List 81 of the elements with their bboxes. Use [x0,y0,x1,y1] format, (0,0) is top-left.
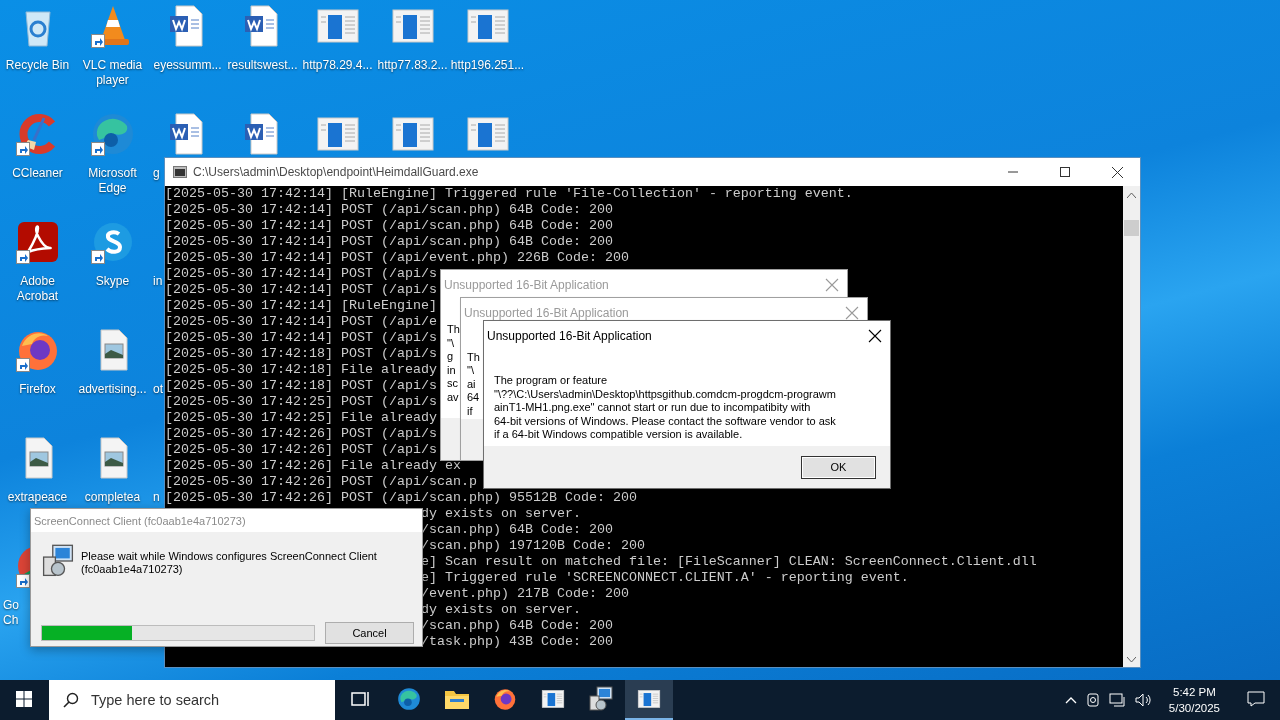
window-title: C:\Users\admin\Desktop\endpoint\HeimdallGuard.exe [193,165,480,179]
dialog-message: Th "\ g in sc av [447,323,460,404]
console-line: [2025-05-30 17:42:14] POST (/api/scan.php) 64B Code: 200 [165,218,613,233]
window-title: ScreenConnect Client (fc0aab1e4a710273) [34,514,246,527]
folder-icon [444,688,470,710]
console-line: [2025-05-30 17:42:14] POST (/api/s [165,330,437,345]
console-line: [2025-05-30 17:42:26] POST (/api/scan.p [165,474,477,489]
installer-icon [588,686,614,712]
icon-label[interactable]: CCleaner [0,166,75,181]
icon-label[interactable]: in [150,274,163,289]
icon-label[interactable]: http78.29.4... [300,58,375,73]
speaker-icon[interactable] [1134,692,1153,708]
scroll-down-icon[interactable] [1127,657,1136,663]
dialog-title: Unsupported 16-Bit Application [444,278,609,292]
icon-label[interactable]: Adobe Acrobat [0,274,75,304]
icon-label[interactable]: ot [150,382,163,397]
icon-label[interactable]: eyessumm... [150,58,225,73]
console-line: [2025-05-30 17:42:14] POST (/api/event.php) 226B Code: 200 [165,250,629,265]
console-line: [2025-05-30 17:42:14] POST (/api/scan.php) 64B Code: 200 [165,234,613,249]
scroll-up-icon[interactable] [1127,192,1136,198]
icon-label[interactable]: Go Ch [0,598,19,628]
icon-label[interactable]: completea [75,490,150,505]
console-line: [2025-05-30 17:42:25] File already [165,410,437,425]
scroll-thumb[interactable] [1124,220,1139,236]
console-line: [2025-05-30 17:42:25] POST (/api/s [165,394,437,409]
device-icon[interactable] [1084,692,1101,708]
icon-label[interactable]: extrapeace [0,490,75,505]
maximize-icon[interactable] [1060,167,1070,177]
ok-button[interactable]: OK [801,455,876,479]
icon-label[interactable]: resultswest... [225,58,300,73]
close-icon[interactable] [868,329,882,343]
cancel-button[interactable]: Cancel [325,622,414,644]
clock[interactable]: 5:42 PM 5/30/2025 [1160,684,1228,716]
task-view-icon [351,690,371,708]
icon-label[interactable]: Firefox [0,382,75,397]
icon-label[interactable]: Recycle Bin [0,58,75,73]
search-icon [63,692,79,708]
chevron-up-icon[interactable] [1064,696,1077,704]
dialog-title: Unsupported 16-Bit Application [464,305,629,320]
console-line: /task.php) 43B Code: 200 [420,634,613,649]
network-icon[interactable] [1108,692,1127,708]
console-line: [2025-05-30 17:42:14] POST (/api/s [165,282,437,297]
icon-label[interactable]: http196.251... [450,58,525,73]
console-line: [2025-05-30 17:42:14] [RuleEngine] Triggered rule 'File-Collection' - reporting event. [165,186,853,201]
pdf-icon[interactable] [15,220,60,264]
installer-message: Please wait while Windows configures ScreenConnect Client (fc0aab1e4a710273) [81,550,377,577]
taskbar-button[interactable] [625,680,673,720]
console-line: /event.php) 217B Code: 200 [420,586,629,601]
icon-label[interactable]: Skype [75,274,150,289]
console-line: [2025-05-30 17:42:26] POST (/api/s [165,426,437,441]
close-icon[interactable] [1111,166,1123,178]
console-line: [2025-05-30 17:42:18] POST (/api/s [165,378,437,393]
console-line: [2025-05-30 17:42:26] File already ex [165,458,461,473]
dialog-title: Unsupported 16-Bit Application [487,329,652,343]
console-line: /scan.php) 64B Code: 200 [420,618,613,633]
console-line: [2025-05-30 17:42:18] POST (/api/s [165,346,437,361]
installer-icon [41,544,75,578]
notification-icon [1247,691,1265,707]
console-line: [2025-05-30 17:42:14] POST (/api/s [165,266,437,281]
console-line: [2025-05-30 17:42:14] [RuleEngine] [165,298,437,313]
icon-label[interactable]: http77.83.2... [375,58,450,73]
icon-label[interactable]: n [150,490,160,505]
icon-label[interactable]: advertising... [75,382,150,397]
console-line: /scan.php) 64B Code: 200 [420,522,613,537]
console-line: [2025-05-30 17:42:26] POST (/api/s [165,442,437,457]
console-line: [2025-05-30 17:42:26] POST (/api/scan.php) 95512B Code: 200 [165,490,637,505]
scrollbar[interactable] [1123,186,1140,667]
console-icon [173,166,187,178]
icon-label[interactable]: VLC media player [75,58,150,88]
browser-icon [492,686,518,712]
browser-icon [396,686,422,712]
console-line: [2025-05-30 17:42:14] POST (/api/scan.php) 64B Code: 200 [165,202,613,217]
windows-logo-icon [16,691,32,707]
icon-label[interactable]: g [150,166,160,181]
console-line: /scan.php) 197120B Code: 200 [420,538,645,553]
console-line: [2025-05-30 17:42:18] File already [165,362,437,377]
icon-label[interactable]: Microsoft Edge [75,166,150,196]
dialog-message: Th "\ ai 64 if [467,350,480,419]
search-field[interactable]: Type here to search [49,680,335,720]
console-line: [2025-05-30 17:42:14] POST (/api/e [165,314,437,329]
dialog-message: The program or feature "\??\C:\Users\admin\Desktop\httpsgithub.comdcm-progdcm-prograwm ainT1-MH1.png.exe" cannot start or run due to incompatibity with 64-bit versions of Windows. Please contact the software vendor to ask if a 64-bit Windows compatible version is available. [494,374,836,442]
